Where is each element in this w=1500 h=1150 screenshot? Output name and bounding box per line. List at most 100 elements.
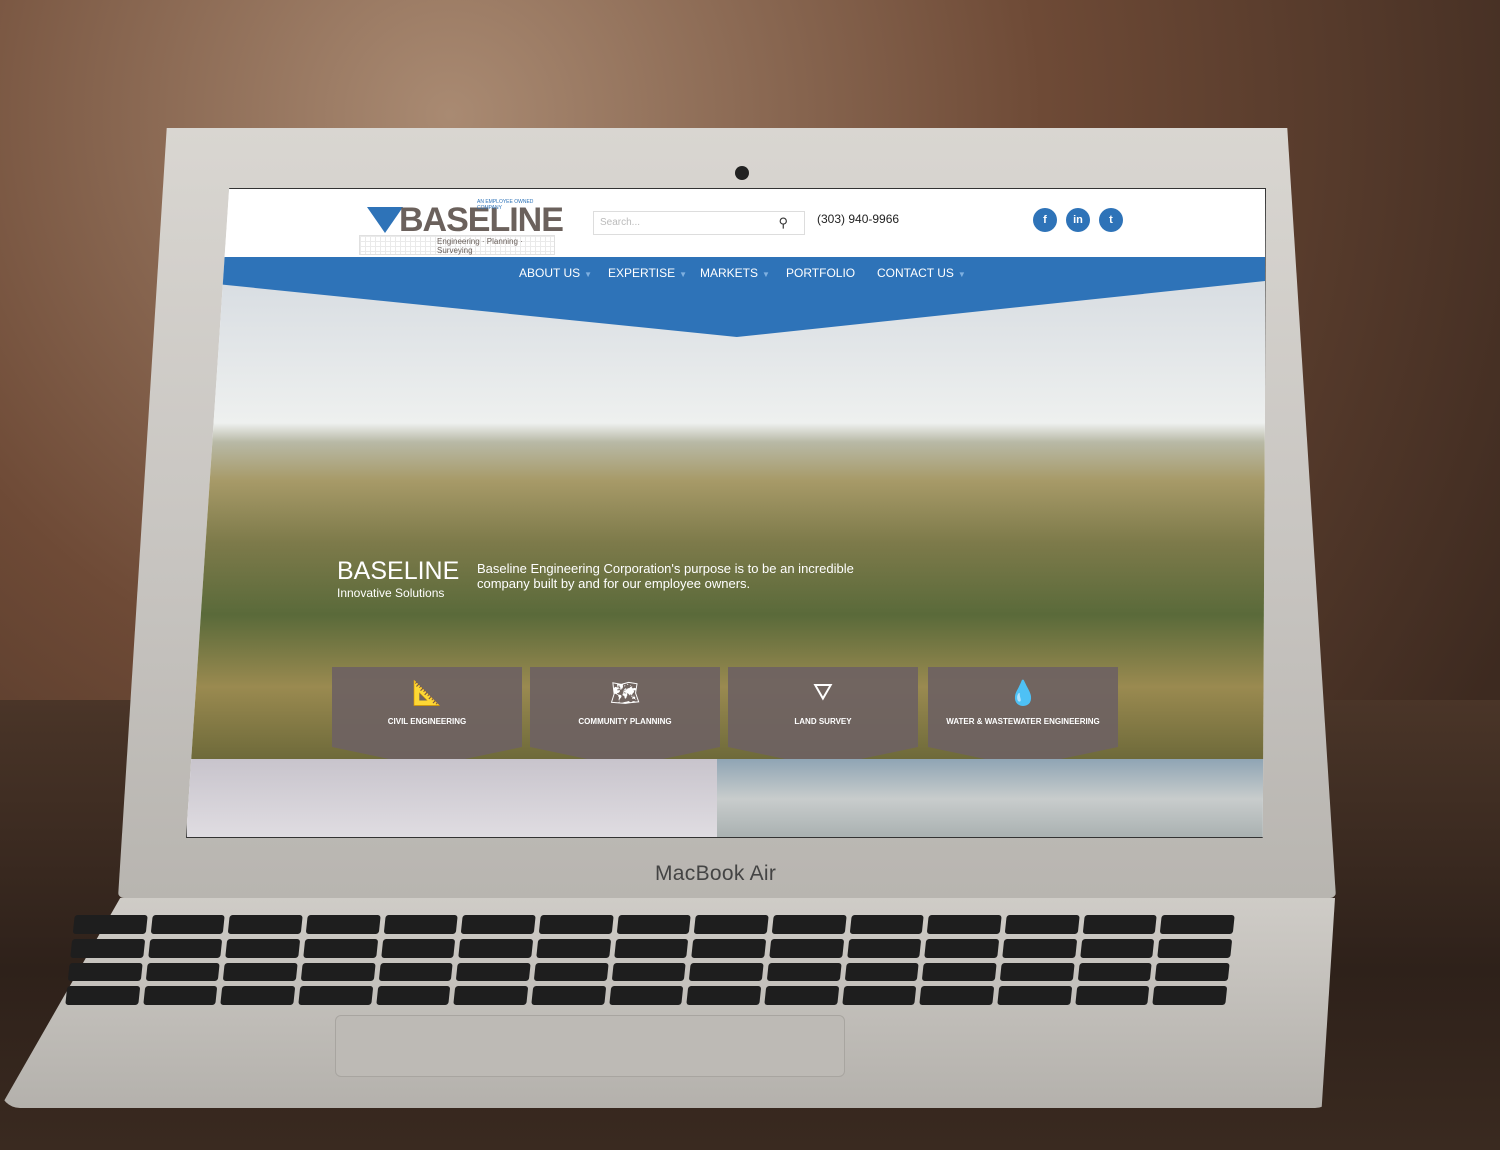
logo-tagline: Engineering · Planning · Surveying [437, 237, 523, 255]
phone-number[interactable]: (303) 940-9966 [817, 212, 899, 226]
key [846, 938, 922, 958]
key [1002, 938, 1077, 958]
nav-item[interactable]: MARKETS ▼ [700, 266, 770, 280]
key [1155, 962, 1230, 982]
key [1004, 915, 1080, 934]
angle-ruler-icon: 📐 [412, 680, 442, 707]
service-label: CIVIL ENGINEERING [387, 717, 467, 726]
key [456, 962, 531, 982]
hero-tagline: Innovative Solutions [337, 586, 445, 600]
logo[interactable]: BASELINE AN EMPLOYEE OWNED COMPANY Engin… [359, 199, 564, 255]
key [771, 915, 847, 934]
key [150, 915, 226, 934]
key [305, 915, 381, 934]
search-icon[interactable]: ⚲ [778, 215, 788, 231]
key [844, 962, 920, 982]
key [999, 962, 1075, 982]
camera [735, 166, 749, 180]
key [841, 986, 917, 1005]
chevron-down-icon: ▼ [957, 270, 966, 279]
key [458, 938, 534, 958]
key [611, 962, 687, 982]
twitter-icon[interactable]: t [1099, 208, 1123, 232]
key [228, 915, 303, 934]
logo-subtitle: AN EMPLOYEE OWNED COMPANY [477, 199, 534, 211]
key [1082, 915, 1158, 934]
key [764, 986, 839, 1005]
trackpad [335, 1015, 845, 1077]
key [766, 962, 842, 982]
tripod-icon: ⛛ [812, 679, 834, 706]
chevron-down-icon: ▼ [584, 270, 593, 279]
nav-item[interactable]: PORTFOLIO [786, 266, 855, 280]
key [1157, 938, 1233, 958]
linkedin-icon[interactable]: in [1066, 208, 1090, 232]
key [147, 938, 223, 958]
key [1074, 986, 1150, 1005]
key [927, 915, 1002, 934]
key [65, 986, 140, 1005]
key [461, 915, 536, 934]
hero-image: BASELINE Innovative Solutions Baseline E… [187, 279, 1265, 767]
key [1077, 962, 1153, 982]
nav-item[interactable]: EXPERTISE ▼ [608, 266, 687, 280]
key [142, 986, 218, 1005]
section-image-right [717, 759, 1265, 837]
site-header: BASELINE AN EMPLOYEE OWNED COMPANY Engin… [187, 189, 1265, 259]
blueprint-icon: 🗺 [609, 680, 641, 707]
key [145, 962, 221, 982]
key [453, 986, 529, 1005]
key [303, 938, 378, 958]
nav-item[interactable]: CONTACT US ▼ [877, 266, 966, 280]
key [694, 915, 769, 934]
key [533, 962, 609, 982]
key [686, 986, 762, 1005]
service-card[interactable]: ⛛ LAND SURVEY [728, 667, 918, 767]
key [1079, 938, 1155, 958]
key [380, 938, 456, 958]
key [70, 938, 145, 958]
service-card[interactable]: 💧 WATER & WASTEWATER ENGINEERING [928, 667, 1118, 767]
chevron-down-icon: ▼ [679, 270, 688, 279]
service-label: WATER & WASTEWATER ENGINEERING [946, 717, 1100, 726]
key [538, 915, 614, 934]
key [536, 938, 611, 958]
key [531, 986, 606, 1005]
facebook-icon[interactable]: f [1033, 208, 1057, 232]
hero-brand: BASELINE [337, 557, 460, 585]
key [922, 962, 997, 982]
key [220, 986, 296, 1005]
service-card[interactable]: 🗺 COMMUNITY PLANNING [530, 667, 720, 767]
key [689, 962, 764, 982]
service-card[interactable]: 📐 CIVIL ENGINEERING [332, 667, 522, 767]
key [769, 938, 844, 958]
keyboard [65, 915, 1235, 1005]
service-label: COMMUNITY PLANNING [578, 717, 672, 726]
device-brand: MacBook Air [655, 862, 777, 885]
hero-description: Baseline Engineering Corporation's purpo… [477, 561, 854, 591]
key [383, 915, 459, 934]
nav-item[interactable]: ABOUT US ▼ [519, 266, 592, 280]
key [223, 962, 298, 982]
water-drop-icon: 💧 [1008, 680, 1038, 707]
key [300, 962, 376, 982]
key [72, 915, 148, 934]
key [1152, 986, 1228, 1005]
search-placeholder: Search... [600, 217, 641, 228]
key [924, 938, 1000, 958]
key [849, 915, 925, 934]
search-input[interactable]: Search... ⚲ [593, 211, 805, 235]
key [1160, 915, 1235, 934]
hero-slogan: BASELINE Innovative Solutions [337, 557, 459, 600]
key [378, 962, 454, 982]
website-screen: BASELINE Innovative Solutions Baseline E… [186, 188, 1266, 838]
key [613, 938, 689, 958]
key [225, 938, 301, 958]
key [375, 986, 451, 1005]
key [616, 915, 692, 934]
key [608, 986, 684, 1005]
key [691, 938, 767, 958]
chevron-down-icon: ▼ [762, 270, 770, 279]
key [298, 986, 373, 1005]
key [67, 962, 143, 982]
